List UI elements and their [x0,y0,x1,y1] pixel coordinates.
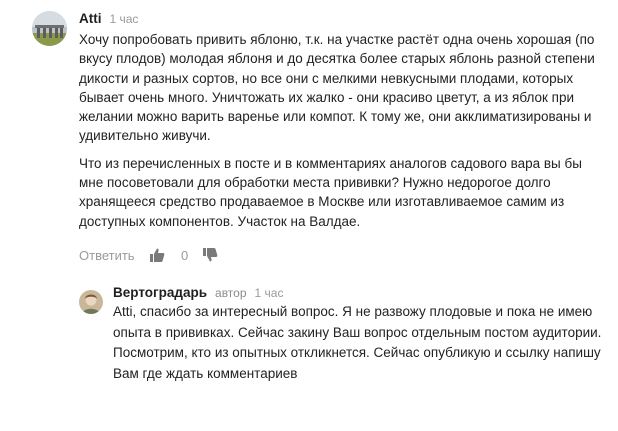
like-count: 0 [181,247,189,263]
comment-paragraph: Atti, спасибо за интересный вопрос. Я не… [113,304,602,381]
comment-author[interactable]: Вертоградарь [113,285,207,300]
thumbs-down-icon[interactable] [202,247,218,263]
comment-header: Atti 1 час [79,11,138,27]
comment-time: 1 час [109,12,139,26]
reply-button[interactable]: Ответить [79,248,149,263]
comment-time: 1 час [254,286,284,300]
user-avatar-image [32,11,67,46]
comment-actions: Ответить 0 [79,246,218,264]
comment-author[interactable]: Atti [79,11,102,26]
comment-header: Вертоградарь автор 1 час [113,285,283,301]
comment-text: Atti, спасибо за интересный вопрос. Я не… [113,302,603,384]
author-avatar-image [79,290,103,314]
comment-text: Хочу попробовать привить яблоню, т.к. на… [79,30,599,231]
author-badge: автор [215,286,247,300]
comments-thread: Atti 1 час Хочу попробовать привить ябло… [0,0,618,431]
comment-paragraph: Что из перечисленных в посте и в коммент… [79,155,582,229]
thumbs-up-icon[interactable] [149,247,165,263]
comment-paragraph: Хочу попробовать привить яблоню, т.к. на… [79,32,595,144]
avatar[interactable] [32,11,67,46]
avatar[interactable] [79,290,103,314]
